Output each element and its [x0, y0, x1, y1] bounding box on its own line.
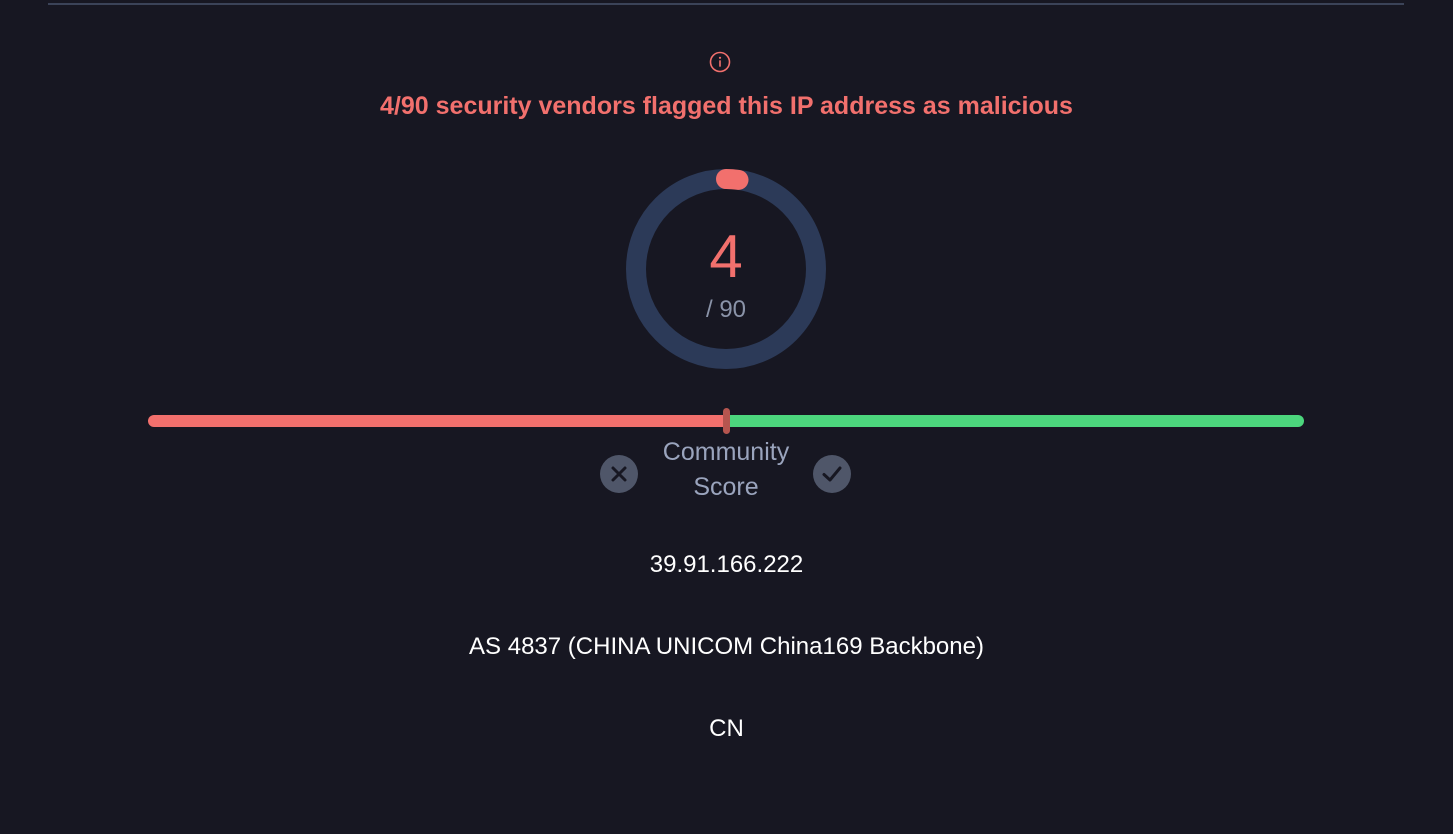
- ip-report-summary: 4/90 security vendors flagged this IP ad…: [0, 0, 1453, 834]
- vote-harmless-button[interactable]: [813, 455, 851, 493]
- community-label-line2: Score: [693, 473, 759, 501]
- community-score-label: Community Score: [626, 435, 826, 505]
- check-icon: [822, 466, 842, 482]
- score-bar-negative: [148, 415, 726, 427]
- community-label-line1: Community: [662, 438, 790, 466]
- ip-address: 39.91.166.222: [649, 551, 804, 578]
- total-vendors: / 90: [705, 296, 747, 323]
- asn-owner: AS 4837 (CHINA UNICOM China169 Backbone): [469, 633, 984, 660]
- score-marker: [722, 408, 730, 434]
- country-code: CN: [709, 715, 744, 742]
- score-bar-positive: [726, 415, 1304, 427]
- detection-headline: 4/90 security vendors flagged this IP ad…: [380, 92, 1073, 120]
- info-icon[interactable]: [709, 51, 731, 73]
- top-divider: [48, 3, 1404, 5]
- malicious-count: 4: [709, 223, 743, 290]
